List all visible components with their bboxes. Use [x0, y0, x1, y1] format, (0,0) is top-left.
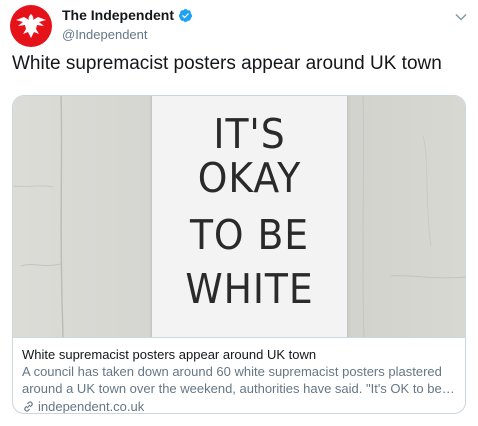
poster-line: WHITE: [185, 265, 314, 313]
eagle-logo-icon: [16, 14, 46, 38]
card-title: White supremacist posters appear around …: [22, 347, 317, 362]
card-domain: independent.co.uk: [22, 398, 456, 414]
poster-text: IT'S OKAY TO BE WHITE: [152, 96, 347, 310]
link-card[interactable]: IT'S OKAY TO BE WHITE White supremacist …: [12, 95, 466, 414]
handle[interactable]: @Independent: [62, 26, 193, 44]
poster-line: TO BE: [189, 211, 310, 259]
verified-badge-icon: [178, 8, 193, 23]
poster-line: IT'S: [213, 110, 286, 158]
name-row: The Independent: [62, 7, 193, 24]
chevron-down-icon[interactable]: [454, 10, 468, 24]
display-name[interactable]: The Independent: [62, 7, 174, 24]
author-info: The Independent @Independent: [62, 7, 193, 44]
avatar[interactable]: [10, 5, 52, 47]
tweet[interactable]: The Independent @Independent White supre…: [0, 0, 478, 426]
poster: IT'S OKAY TO BE WHITE: [152, 96, 347, 337]
domain-text: independent.co.uk: [38, 399, 145, 414]
card-description: A council has taken down around 60 white…: [22, 364, 442, 396]
card-image[interactable]: IT'S OKAY TO BE WHITE: [13, 96, 465, 337]
tweet-text: White supremacist posters appear around …: [12, 53, 442, 74]
poster-line: OKAY: [197, 154, 302, 202]
link-icon: [24, 401, 33, 412]
card-body[interactable]: White supremacist posters appear around …: [13, 337, 465, 414]
